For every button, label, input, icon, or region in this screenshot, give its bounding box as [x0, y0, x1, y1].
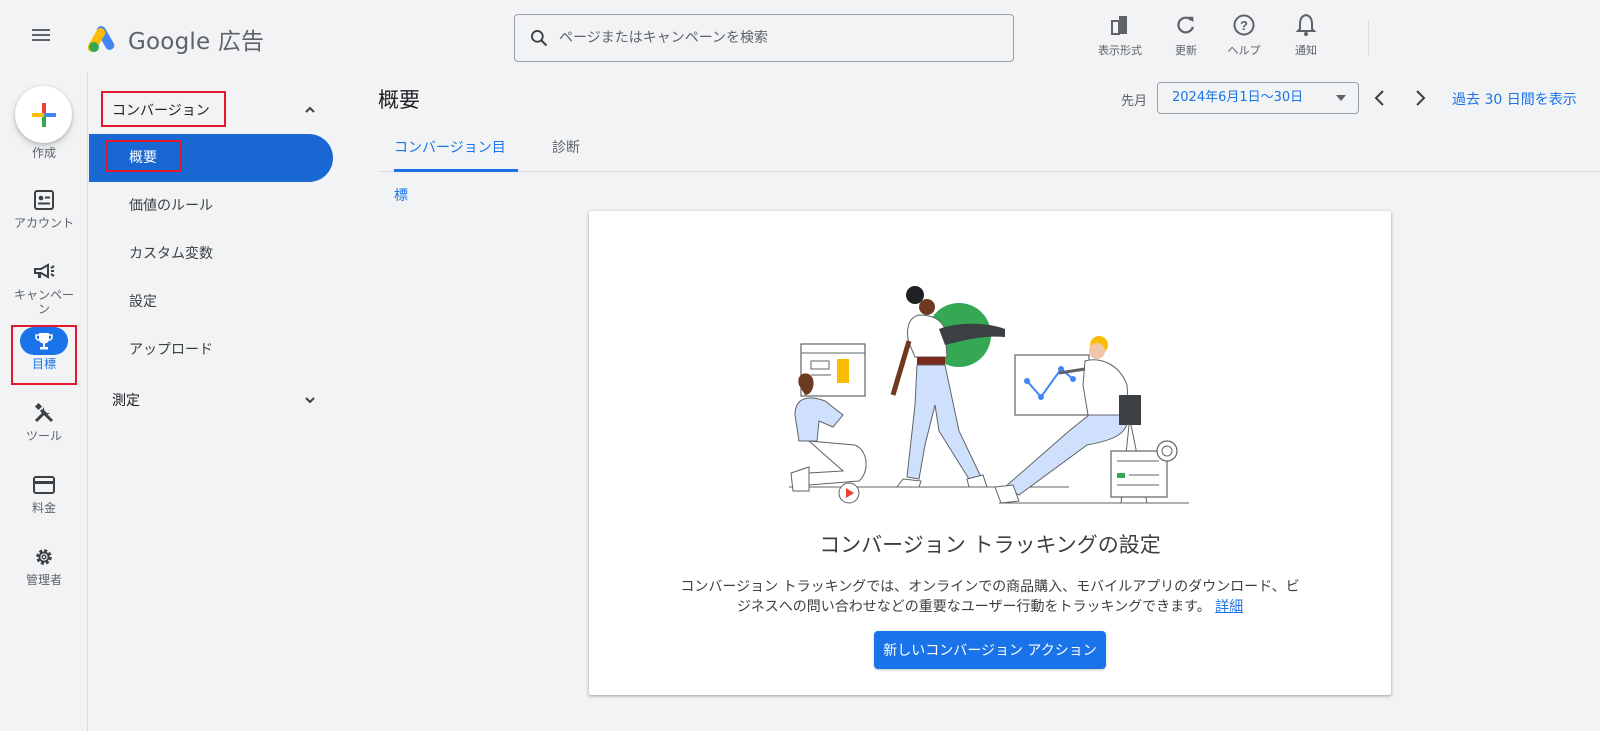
- date-range-label: 先月: [1121, 94, 1148, 109]
- top-header: Google 広告 表示形式 更新 ? ヘルプ 通知: [0, 0, 1600, 72]
- appearance-button[interactable]: 表示形式: [1090, 12, 1150, 58]
- notifications-label: 通知: [1295, 44, 1317, 57]
- logo-product: 広告: [217, 29, 265, 55]
- conversion-setup-card: コンバージョン トラッキングの設定 コンバージョン トラッキングでは、オンライン…: [589, 211, 1391, 695]
- main-menu-button[interactable]: [30, 26, 52, 46]
- help-icon: ?: [1233, 14, 1255, 36]
- conversion-tracking-illustration: [789, 286, 1189, 504]
- trophy-icon: [35, 333, 53, 350]
- show-last-30-days-link[interactable]: 過去 30 日間を表示: [1452, 89, 1577, 109]
- appearance-icon: [1111, 16, 1127, 35]
- search-input[interactable]: [559, 30, 979, 46]
- hamburger-icon: [32, 29, 50, 31]
- learn-more-link[interactable]: 詳細: [1215, 599, 1243, 615]
- logo-brand: Google: [128, 29, 211, 55]
- rail-item-account[interactable]: アカウント: [0, 186, 88, 230]
- left-rail: 作成 アカウント キャンペーン 目標 ツール 料金 管理者: [0, 72, 88, 731]
- date-range-select[interactable]: 2024年6月1日〜30日: [1157, 82, 1359, 114]
- subnav-item-value-rules[interactable]: 価値のルール: [89, 182, 333, 230]
- bell-icon: [1295, 13, 1317, 36]
- rail-item-billing[interactable]: 料金: [0, 471, 88, 515]
- page-title: 概要: [378, 88, 420, 112]
- caret-down-icon: [1336, 95, 1346, 101]
- search-icon: [531, 30, 548, 47]
- megaphone-icon: [34, 263, 55, 279]
- card-description-line2: ジネスへの問い合わせなどの重要なユーザー行動をトラッキングできます。: [736, 599, 1211, 615]
- rail-item-admin-label: 管理者: [25, 573, 62, 587]
- help-label: ヘルプ: [1227, 44, 1261, 57]
- card-icon: [33, 476, 55, 494]
- card-description: コンバージョン トラッキングでは、オンラインでの商品購入、モバイルアプリのダウン…: [669, 577, 1311, 617]
- card-description-line1: コンバージョン トラッキングでは、オンラインでの商品購入、モバイルアプリのダウン…: [680, 579, 1300, 595]
- subnav-item-uploads[interactable]: アップロード: [89, 326, 333, 374]
- create-label-item: 作成: [0, 144, 88, 160]
- new-conversion-action-button[interactable]: 新しいコンバージョン アクション: [874, 631, 1106, 669]
- rail-item-goals-label: 目標: [31, 357, 56, 371]
- previous-period-icon[interactable]: [1370, 88, 1390, 108]
- subnav-item-overview-label: 概要: [129, 150, 157, 166]
- rail-item-goals[interactable]: 目標: [0, 327, 88, 371]
- tab-conversion-goals[interactable]: コンバージョン目標: [394, 124, 518, 204]
- date-range-value: 2024年6月1日〜30日: [1172, 90, 1304, 105]
- rail-item-tools-label: ツール: [25, 429, 62, 443]
- chevron-up-icon[interactable]: [303, 103, 317, 117]
- rail-item-billing-label: 料金: [31, 501, 56, 515]
- appearance-label: 表示形式: [1098, 44, 1142, 57]
- plus-icon: [31, 102, 56, 127]
- create-label: 作成: [31, 146, 56, 160]
- subnav-item-overview[interactable]: 概要: [89, 134, 333, 182]
- notifications-button[interactable]: 通知: [1276, 12, 1336, 58]
- next-period-icon[interactable]: [1410, 88, 1430, 108]
- rail-item-admin[interactable]: 管理者: [0, 543, 88, 587]
- refresh-label: 更新: [1175, 44, 1197, 57]
- subnav-item-settings[interactable]: 設定: [89, 278, 333, 326]
- search-box[interactable]: [514, 14, 1014, 62]
- google-ads-logo[interactable]: Google 広告: [88, 22, 264, 56]
- account-icon: [34, 190, 54, 210]
- create-button[interactable]: [15, 86, 72, 143]
- rail-item-tools[interactable]: ツール: [0, 399, 88, 443]
- rail-item-campaigns[interactable]: キャンペーン: [0, 258, 88, 316]
- header-divider: [1368, 20, 1369, 56]
- gear-icon: [36, 549, 52, 565]
- help-button[interactable]: ? ヘルプ: [1214, 12, 1274, 58]
- refresh-button[interactable]: 更新: [1156, 12, 1216, 58]
- subnav-item-custom-variables[interactable]: カスタム変数: [89, 230, 333, 278]
- goals-active-pill: [20, 327, 68, 355]
- google-ads-logo-icon: [88, 26, 115, 52]
- card-title: コンバージョン トラッキングの設定: [819, 533, 1161, 557]
- rail-item-campaigns-label: キャンペーン: [13, 288, 74, 316]
- rail-item-account-label: アカウント: [13, 216, 74, 230]
- tools-icon: [34, 402, 54, 423]
- subnav-section-measurement[interactable]: 測定: [112, 390, 140, 410]
- conversion-subnav: コンバージョン 概要 価値のルール カスタム変数 設定 アップロード 測定: [89, 72, 339, 731]
- refresh-icon: [1177, 16, 1194, 34]
- svg-text:?: ?: [1240, 18, 1248, 33]
- tab-bar: コンバージョン目標 診断: [378, 124, 1600, 204]
- tab-diagnostics[interactable]: 診断: [552, 124, 580, 172]
- subnav-section-conversion[interactable]: コンバージョン: [112, 100, 210, 120]
- chevron-down-icon[interactable]: [303, 393, 317, 407]
